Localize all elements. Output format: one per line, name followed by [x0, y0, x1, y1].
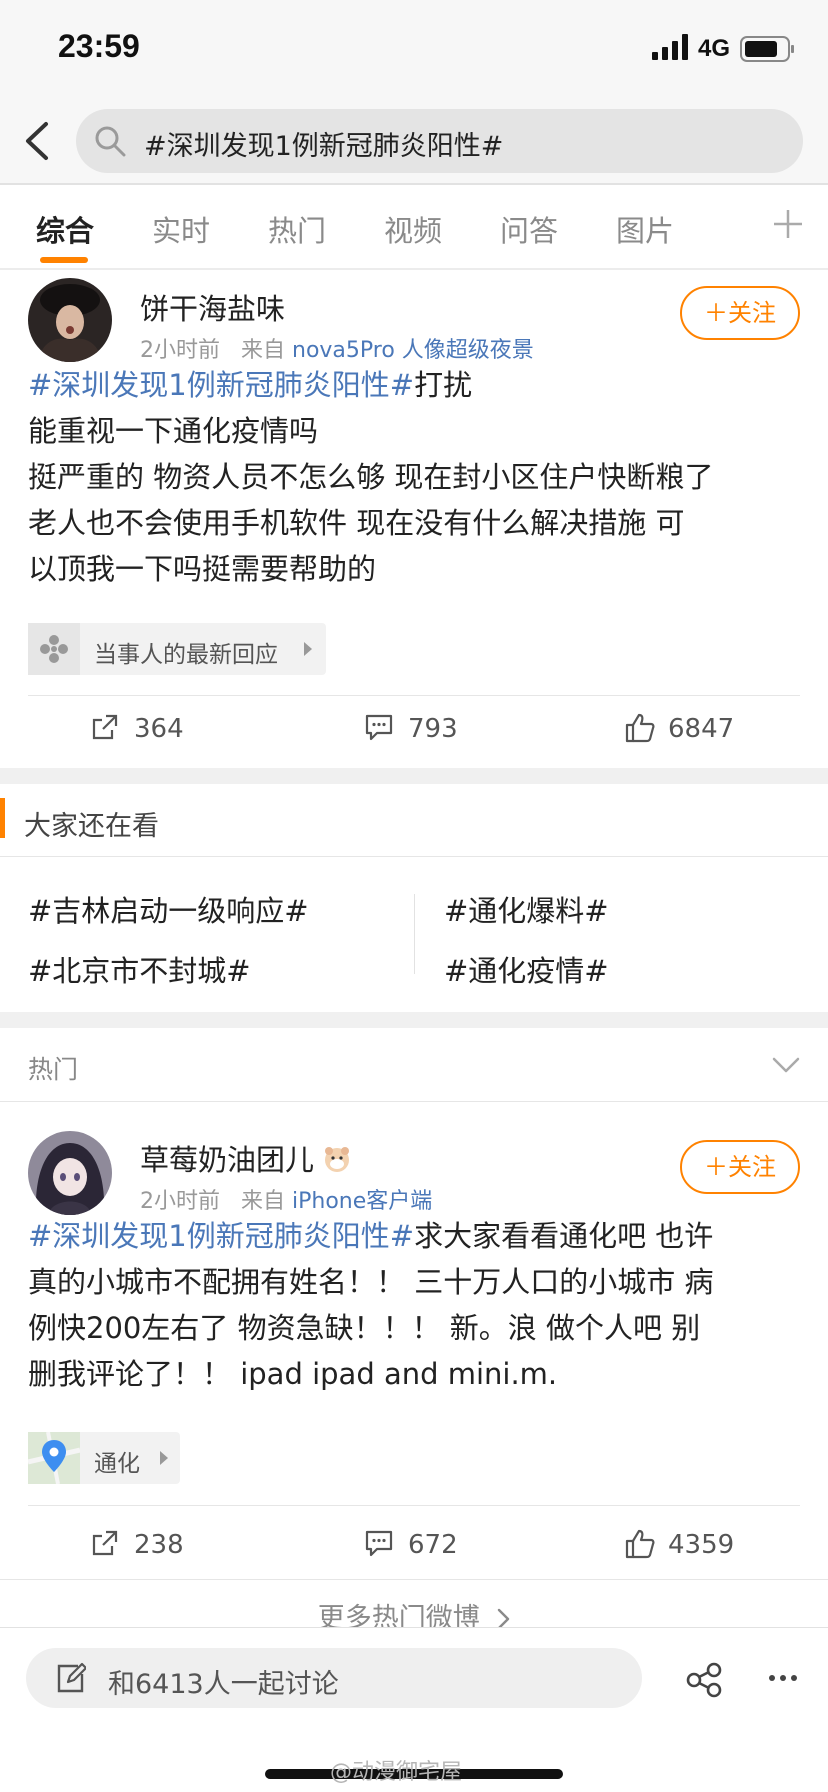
chip-label: 当事人的最新回应: [94, 642, 278, 668]
related-topic[interactable]: #通化疫情#: [444, 948, 609, 990]
comment-icon: [365, 1530, 393, 1557]
plus-icon[interactable]: [772, 204, 804, 244]
divider: [0, 1101, 828, 1102]
repost-icon: [92, 1530, 118, 1556]
hamster-emoji-icon: [325, 1147, 350, 1172]
search-input[interactable]: #深圳发现1例新冠肺炎阳性#: [76, 109, 803, 173]
tab-images[interactable]: 图片: [616, 208, 674, 250]
thumbs-up-icon: [625, 1529, 655, 1559]
comment-count: 793: [408, 714, 458, 744]
post-text-line: 能重视一下通化疫情吗: [28, 414, 319, 448]
post-time: 2小时前: [140, 338, 220, 363]
watermark: @动漫御宅屋: [330, 1760, 463, 1785]
section-accent-bar: [0, 798, 5, 838]
also-watching-section: 大家还在看 #吉林启动一级响应# #通化爆料# #北京市不封城# #通化疫情#: [0, 784, 828, 1012]
search-header: #深圳发现1例新冠肺炎阳性#: [0, 100, 828, 185]
discuss-input[interactable]: 和6413人一起讨论: [26, 1648, 642, 1708]
network-type: 4G: [698, 35, 731, 62]
post-text-line: 例快200左右了 物资急缺！！！ 新。浪 做个人吧 别: [28, 1311, 701, 1345]
post-source[interactable]: iPhone客户端: [292, 1189, 432, 1214]
related-topic[interactable]: #吉林启动一级响应#: [28, 888, 309, 930]
post-username-text: 草莓奶油团儿: [140, 1143, 315, 1177]
section-gap: [0, 768, 828, 784]
post-text-line: 删我评论了！！ ipad ipad and mini.m.: [28, 1357, 558, 1391]
like-count: 4359: [668, 1530, 735, 1560]
post-source[interactable]: nova5Pro 人像超级夜景: [292, 338, 534, 363]
post-text-line: 老人也不会使用手机软件 现在没有什么解决措施 可: [28, 506, 685, 540]
status-bar: 23:59 4G: [0, 0, 828, 100]
post-username[interactable]: 饼干海盐味: [140, 286, 285, 328]
section-title: 大家还在看: [24, 811, 159, 842]
hot-section-label: 热门: [28, 1055, 79, 1084]
post-text-line: 打扰: [414, 368, 473, 402]
divider: [28, 695, 800, 696]
tab-qa[interactable]: 问答: [500, 208, 558, 250]
status-time: 23:59: [58, 28, 140, 64]
post-text: #深圳发现1例新冠肺炎阳性#求大家看看通化吧 也许 真的小城市不配拥有姓名！！ …: [28, 1213, 803, 1397]
post-hashtag[interactable]: #深圳发现1例新冠肺炎阳性#: [28, 368, 414, 402]
follow-button[interactable]: ＋关注: [680, 286, 800, 340]
hot-section-header[interactable]: 热门: [0, 1028, 828, 1102]
discuss-placeholder: 和6413人一起讨论: [108, 1669, 339, 1700]
post-text-line: 求大家看看通化吧 也许: [414, 1219, 714, 1253]
battery-icon: [740, 36, 794, 62]
pinwheel-icon: [28, 623, 80, 675]
active-tab-indicator: [40, 257, 88, 263]
search-query: #深圳发现1例新冠肺炎阳性#: [144, 131, 504, 162]
like-count: 6847: [668, 714, 735, 744]
post-card: 草莓奶油团儿 2小时前 来自 iPhone客户端 ＋关注 #深圳发现1例新冠肺炎…: [0, 1103, 828, 1580]
related-topic[interactable]: #北京市不封城#: [28, 948, 251, 990]
location-pin-icon: [28, 1432, 80, 1484]
more-dots-icon[interactable]: [768, 1673, 798, 1683]
comment-count: 672: [408, 1530, 458, 1560]
tab-overall[interactable]: 综合: [36, 208, 94, 250]
thumbs-up-icon: [625, 713, 655, 743]
share-icon[interactable]: [686, 1662, 722, 1698]
location-label: 通化: [94, 1451, 140, 1477]
edit-icon: [57, 1662, 86, 1693]
divider: [0, 1579, 828, 1580]
post-hashtag[interactable]: #深圳发现1例新冠肺炎阳性#: [28, 1219, 414, 1253]
column-divider: [414, 894, 415, 974]
caret-right-icon: [304, 642, 312, 656]
tab-hot[interactable]: 热门: [268, 208, 326, 250]
post-text-line: 真的小城市不配拥有姓名！！ 三十万人口的小城市 病: [28, 1265, 714, 1299]
latest-response-chip[interactable]: 当事人的最新回应: [28, 623, 326, 675]
repost-icon: [92, 714, 118, 740]
related-topic[interactable]: #通化爆料#: [444, 888, 609, 930]
divider: [28, 1505, 800, 1506]
caret-right-icon: [160, 1451, 168, 1465]
repost-count: 238: [134, 1530, 184, 1560]
post-source-prefix: 来自: [240, 1189, 285, 1214]
chevron-down-icon[interactable]: [772, 1056, 800, 1074]
follow-button[interactable]: ＋关注: [680, 1140, 800, 1194]
section-gap: [0, 1012, 828, 1028]
post-time: 2小时前: [140, 1189, 220, 1214]
post-text-line: 挺严重的 物资人员不怎么够 现在封小区住户快断粮了: [28, 460, 714, 494]
repost-count: 364: [134, 714, 184, 744]
signal-icon: [652, 34, 688, 60]
avatar[interactable]: [28, 1131, 112, 1215]
post-text: #深圳发现1例新冠肺炎阳性#打扰 能重视一下通化疫情吗 挺严重的 物资人员不怎么…: [28, 362, 803, 592]
avatar[interactable]: [28, 278, 112, 362]
location-chip[interactable]: 通化: [28, 1432, 180, 1484]
post-meta: 2小时前 来自 iPhone客户端: [140, 1183, 432, 1215]
tab-bar: 综合 实时 热门 视频 问答 图片: [0, 186, 828, 270]
post-username[interactable]: 草莓奶油团儿: [140, 1137, 351, 1179]
post-meta: 2小时前 来自 nova5Pro 人像超级夜景: [140, 332, 534, 364]
post-text-line: 以顶我一下吗挺需要帮助的: [28, 552, 377, 586]
search-icon: [95, 126, 126, 157]
tab-video[interactable]: 视频: [384, 208, 442, 250]
back-arrow-icon[interactable]: [22, 120, 52, 162]
post-card: 饼干海盐味 2小时前 来自 nova5Pro 人像超级夜景 ＋关注 #深圳发现1…: [0, 272, 828, 768]
divider: [0, 856, 828, 857]
comment-icon: [365, 714, 393, 741]
post-source-prefix: 来自: [240, 338, 285, 363]
tab-realtime[interactable]: 实时: [152, 208, 210, 250]
